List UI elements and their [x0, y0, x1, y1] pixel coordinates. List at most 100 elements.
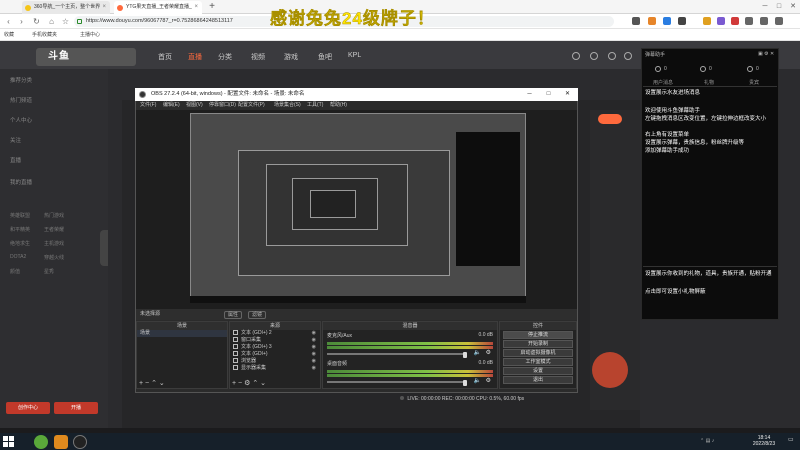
volume-slider[interactable] [327, 353, 467, 355]
gear-icon[interactable]: ⚙ [486, 349, 491, 356]
close-icon[interactable]: ✕ [770, 51, 774, 57]
bookmark-item[interactable]: 收藏 [4, 29, 14, 41]
sidebar-section[interactable]: 我的直播 [10, 178, 32, 186]
sidebar-section[interactable]: 关注 [10, 136, 21, 144]
tray-up-icon[interactable]: ⌃ [700, 438, 704, 444]
nav-item[interactable]: 视频 [251, 52, 265, 62]
follow-icon[interactable] [590, 52, 598, 60]
menu-docks[interactable]: 停靠窗口(D) [209, 101, 236, 110]
browser-tab[interactable]: 360导航_一个主页，整个世界 × [22, 1, 110, 14]
extension-icon[interactable] [717, 17, 725, 25]
notification-icon[interactable]: ▭ [788, 436, 796, 446]
settings-icon[interactable]: ⚙ [764, 51, 768, 57]
start-live-button[interactable]: 开播 [54, 402, 98, 414]
network-icon[interactable]: ▤ [706, 438, 711, 444]
extension-icon[interactable] [731, 17, 739, 25]
maximize-icon[interactable]: □ [539, 88, 558, 101]
source-item[interactable]: 文本 (GDI+) 3 ◉ [230, 344, 320, 351]
source-item[interactable]: 文本 (GDI+) 2 ◉ [230, 330, 320, 337]
nav-item[interactable]: KPL [348, 52, 361, 59]
nav-item[interactable]: 首页 [158, 52, 172, 62]
minimize-icon[interactable]: ─ [520, 88, 539, 101]
extension-icon[interactable] [678, 17, 686, 25]
properties-button[interactable]: 属性 [224, 311, 243, 319]
tab-user-messages[interactable]: 用户消息 [653, 79, 673, 86]
down-icon[interactable]: ⌄ [159, 380, 165, 387]
sidebar-section[interactable]: 热门频道 [10, 96, 32, 104]
down-icon[interactable]: ⌄ [260, 380, 266, 387]
obs-app-icon[interactable] [73, 435, 87, 449]
nav-item[interactable]: 游戏 [284, 52, 298, 62]
bookmark-item[interactable]: 主播中心 [80, 29, 100, 41]
tab-close-icon[interactable]: × [102, 1, 106, 14]
sidebar-sub-item[interactable]: 和平精英 [10, 226, 30, 233]
browser-tab-active[interactable]: YTG果天直播_王者荣耀直播_ × [114, 1, 202, 14]
gear-icon[interactable]: ⚙ [244, 380, 250, 387]
douyu-logo[interactable]: 斗鱼 [36, 48, 136, 66]
menu-file[interactable]: 文件(F) [140, 101, 156, 110]
source-item[interactable]: 浏览器 ◉ [230, 358, 320, 365]
menu-icon[interactable] [745, 17, 753, 25]
filters-button[interactable]: 滤镜 [248, 311, 267, 319]
menu-help[interactable]: 帮助(H) [330, 101, 347, 110]
volume-slider[interactable] [327, 381, 467, 383]
menu-edit[interactable]: 编辑(E) [163, 101, 180, 110]
forward-icon[interactable]: › [16, 16, 27, 27]
sidebar-collapse-handle[interactable] [100, 230, 108, 266]
settings-button[interactable]: 设置 [503, 367, 573, 375]
extension-icon[interactable] [648, 17, 656, 25]
message-icon[interactable] [624, 52, 632, 60]
tab-vip[interactable]: 贵宾 [749, 79, 759, 86]
reload-icon[interactable]: ↻ [31, 16, 42, 27]
clock[interactable]: 18:14 2022/8/23 [750, 435, 778, 447]
close-icon[interactable]: ✕ [558, 88, 577, 101]
star-icon[interactable]: ☆ [60, 16, 71, 27]
bookmark-item[interactable]: 手机收藏夹 [32, 29, 57, 41]
lock-icon[interactable]: ▣ [758, 51, 763, 57]
sidebar-section[interactable]: 个人中心 [10, 116, 32, 124]
up-icon[interactable]: ⌃ [252, 380, 258, 387]
remove-icon[interactable]: − [238, 380, 242, 387]
sidebar-sub-item[interactable]: 英雄联盟 [10, 212, 30, 219]
menu-scene-collection[interactable]: 场景集合(S) [274, 101, 301, 110]
gear-icon[interactable]: ⚙ [486, 377, 491, 384]
maximize-icon[interactable]: □ [772, 0, 786, 14]
tab-gifts[interactable]: 礼物 [704, 79, 714, 86]
slider-handle[interactable] [463, 380, 467, 386]
up-icon[interactable]: ⌃ [151, 380, 157, 387]
extension-icon[interactable] [663, 17, 671, 25]
extension-icon[interactable] [703, 17, 711, 25]
browser-app-icon[interactable] [34, 435, 48, 449]
menu-profile[interactable]: 配置文件(P) [238, 101, 265, 110]
speaker-icon[interactable]: 🔈 [474, 349, 481, 356]
tab-close-icon[interactable]: × [194, 1, 198, 14]
sidebar-sub-item[interactable]: 王者荣耀 [44, 226, 64, 233]
download-icon[interactable] [608, 52, 616, 60]
start-recording-button[interactable]: 开始录制 [503, 340, 573, 348]
eye-icon[interactable]: ◉ [312, 344, 316, 351]
source-item[interactable]: 窗口采集 ◉ [230, 337, 320, 344]
nav-item-active[interactable]: 直播 [188, 52, 202, 62]
add-icon[interactable]: + [232, 380, 236, 387]
source-item[interactable]: 文本 (GDI+) ◉ [230, 351, 320, 358]
scene-item[interactable]: 场景 [137, 330, 227, 337]
sidebar-sub-item[interactable]: 星秀 [44, 268, 54, 275]
eye-icon[interactable]: ◉ [312, 337, 316, 344]
volume-icon[interactable]: ♪ [712, 438, 715, 444]
eye-icon[interactable]: ◉ [312, 365, 316, 372]
menu-icon[interactable] [775, 17, 783, 25]
sidebar-sub-item[interactable]: 热门游戏 [44, 212, 64, 219]
eye-icon[interactable]: ◉ [312, 330, 316, 337]
source-item[interactable]: 显示器采集 ◉ [230, 365, 320, 372]
history-icon[interactable] [572, 52, 580, 60]
virtual-camera-button[interactable]: 启动虚拟摄像机 [503, 349, 573, 357]
minimize-icon[interactable]: ─ [758, 0, 772, 14]
sidebar-section[interactable]: 直播 [10, 156, 21, 164]
close-icon[interactable]: ✕ [786, 0, 800, 14]
windows-start-icon[interactable] [3, 436, 14, 447]
nav-item[interactable]: 分类 [218, 52, 232, 62]
sidebar-sub-item[interactable]: 穿越火线 [44, 254, 64, 261]
exit-button[interactable]: 退出 [503, 376, 573, 384]
new-tab-button[interactable]: + [206, 1, 218, 13]
menu-tools[interactable]: 工具(T) [307, 101, 323, 110]
